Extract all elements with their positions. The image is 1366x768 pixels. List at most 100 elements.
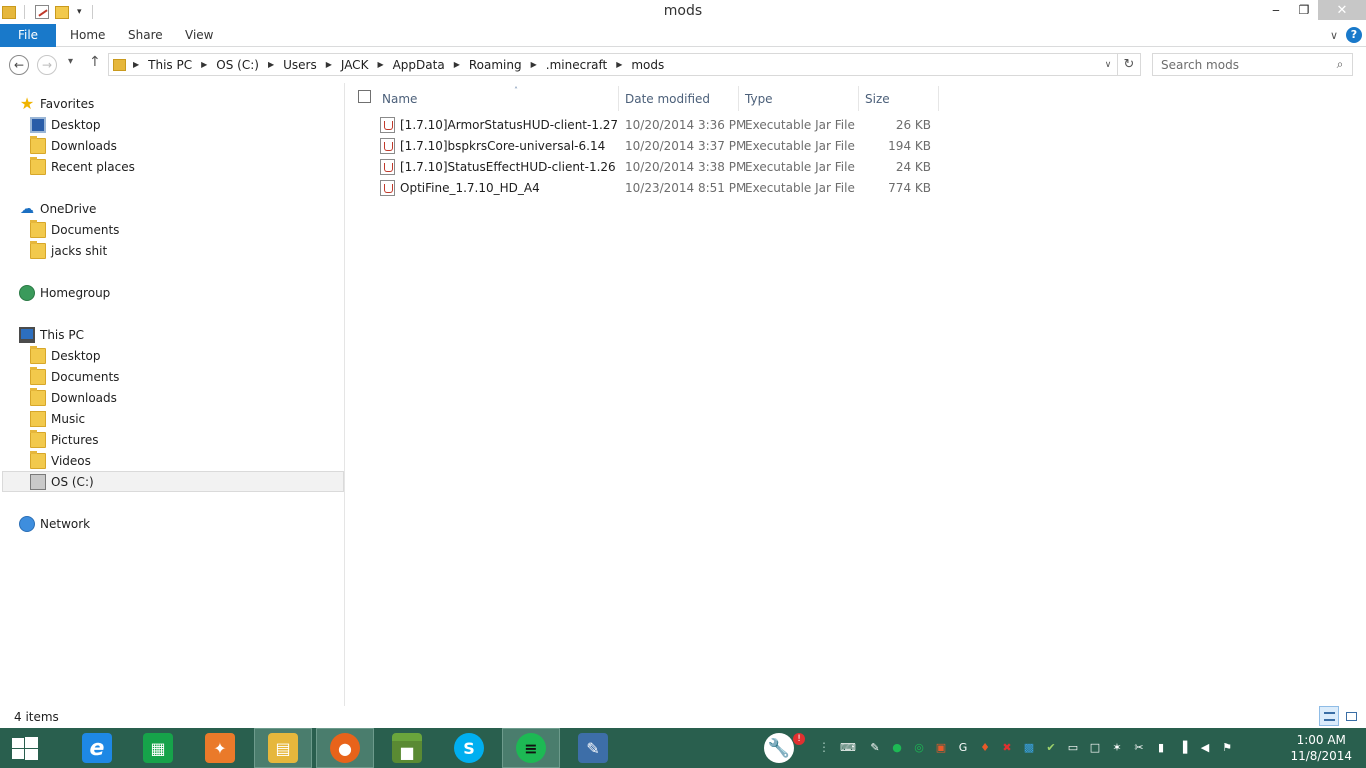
nav-pc-music[interactable]: Music bbox=[30, 408, 85, 429]
razer-icon[interactable]: ◎ bbox=[911, 740, 927, 756]
breadcrumb-appdata[interactable]: AppData bbox=[389, 58, 449, 72]
column-size[interactable]: Size bbox=[859, 86, 939, 111]
tab-share[interactable]: Share bbox=[114, 24, 177, 47]
file-row[interactable]: [1.7.10]ArmorStatusHUD-client-1.27 10/20… bbox=[376, 115, 936, 136]
tab-file[interactable]: File bbox=[0, 24, 56, 47]
back-button[interactable]: ← bbox=[9, 55, 29, 75]
details-view-button[interactable] bbox=[1319, 706, 1339, 726]
signal-icon[interactable]: ▐ bbox=[1175, 740, 1191, 756]
logitech-icon[interactable]: G bbox=[955, 740, 971, 756]
large-icons-view-button[interactable] bbox=[1341, 706, 1361, 726]
taskbar-minecraft[interactable]: ■ bbox=[378, 728, 436, 768]
search-input[interactable] bbox=[1161, 57, 1328, 72]
tab-view[interactable]: View bbox=[171, 24, 227, 47]
nav-favorites-desktop[interactable]: Desktop bbox=[30, 114, 101, 135]
drive-tray-icon[interactable]: ▭ bbox=[1065, 740, 1081, 756]
taskbar-firefox[interactable]: ● bbox=[316, 728, 374, 768]
nav-pc-downloads[interactable]: Downloads bbox=[30, 387, 117, 408]
taskbar-ie[interactable]: e bbox=[68, 728, 126, 768]
file-row[interactable]: [1.7.10]StatusEffectHUD-client-1.26 10/2… bbox=[376, 157, 936, 178]
taskbar-file-explorer[interactable]: ▤ bbox=[254, 728, 312, 768]
battery-icon[interactable]: ▮ bbox=[1153, 740, 1169, 756]
breadcrumb-separator[interactable]: ▶ bbox=[611, 60, 627, 69]
bluetooth-icon[interactable]: ✶ bbox=[1109, 740, 1125, 756]
nav-label: Documents bbox=[51, 369, 120, 384]
volume-icon[interactable]: ◀ bbox=[1197, 740, 1213, 756]
check-icon[interactable]: ✔ bbox=[1043, 740, 1059, 756]
antivirus-icon[interactable]: ✖ bbox=[999, 740, 1015, 756]
jar-file-icon bbox=[380, 180, 395, 196]
search-icon[interactable]: ⌕ bbox=[1328, 57, 1352, 72]
address-dropdown-icon[interactable]: ∨ bbox=[1099, 60, 1117, 70]
breadcrumb-separator[interactable]: ▶ bbox=[263, 60, 279, 69]
breadcrumb-roaming[interactable]: Roaming bbox=[465, 58, 526, 72]
column-date-modified[interactable]: Date modified bbox=[619, 86, 739, 111]
file-row[interactable]: OptiFine_1.7.10_HD_A4 10/23/2014 8:51 PM… bbox=[376, 178, 936, 199]
app-tray-icon[interactable]: ▣ bbox=[933, 740, 949, 756]
breadcrumb-os-c[interactable]: OS (C:) bbox=[212, 58, 263, 72]
nav-favorites[interactable]: ★ Favorites bbox=[19, 93, 94, 114]
nav-pc-documents[interactable]: Documents bbox=[30, 366, 119, 387]
minimize-button[interactable]: ‒ bbox=[1262, 0, 1290, 20]
taskbar-paint[interactable]: ✎ bbox=[564, 728, 622, 768]
nav-onedrive-documents[interactable]: Documents bbox=[30, 219, 119, 240]
up-button[interactable]: ↑ bbox=[89, 54, 101, 70]
help-icon[interactable]: ? bbox=[1346, 27, 1362, 43]
nav-label: Favorites bbox=[40, 96, 95, 111]
nav-this-pc[interactable]: This PC bbox=[19, 324, 84, 345]
file-row[interactable]: [1.7.10]bspkrsCore-universal-6.14 10/20/… bbox=[376, 136, 936, 157]
nav-pc-pictures[interactable]: Pictures bbox=[30, 429, 99, 450]
nav-pc-desktop[interactable]: Desktop bbox=[30, 345, 101, 366]
breadcrumb-separator[interactable]: ▶ bbox=[526, 60, 542, 69]
column-type[interactable]: Type bbox=[739, 86, 859, 111]
breadcrumb-users[interactable]: Users bbox=[279, 58, 321, 72]
nav-onedrive-jacks-shit[interactable]: jacks shit bbox=[30, 240, 107, 261]
breadcrumb-separator[interactable]: ▶ bbox=[449, 60, 465, 69]
breadcrumb-jack[interactable]: JACK bbox=[337, 58, 373, 72]
refresh-icon[interactable]: ↻ bbox=[1117, 54, 1140, 75]
breadcrumb-separator[interactable]: ▶ bbox=[128, 60, 144, 69]
pen-icon[interactable]: ✎ bbox=[867, 740, 883, 756]
nav-favorites-downloads[interactable]: Downloads bbox=[30, 135, 117, 156]
tab-home[interactable]: Home bbox=[56, 24, 119, 47]
start-button[interactable] bbox=[10, 736, 38, 760]
recent-locations-button[interactable]: ▾ bbox=[68, 56, 73, 67]
keyboard-icon[interactable]: ⌨ bbox=[835, 740, 861, 756]
close-button[interactable]: ✕ bbox=[1318, 0, 1366, 20]
nav-network[interactable]: Network bbox=[19, 513, 90, 534]
nav-pc-os-c[interactable]: OS (C:) bbox=[2, 471, 344, 492]
nav-pc-videos[interactable]: Videos bbox=[30, 450, 91, 471]
address-bar[interactable]: ▶ This PC ▶ OS (C:) ▶ Users ▶ JACK ▶ App… bbox=[108, 53, 1141, 76]
breadcrumb-separator[interactable]: ▶ bbox=[321, 60, 337, 69]
taskbar-store[interactable]: ▦ bbox=[129, 728, 187, 768]
restore-button[interactable]: ❐ bbox=[1290, 0, 1318, 20]
column-name[interactable]: Name ˄ bbox=[376, 86, 619, 111]
expand-ribbon-icon[interactable]: ∨ bbox=[1330, 29, 1338, 42]
game-tray-icon[interactable]: ♦ bbox=[977, 740, 993, 756]
snipping-icon[interactable]: ✂ bbox=[1131, 740, 1147, 756]
nav-label: Downloads bbox=[51, 138, 117, 153]
taskbar-orange-app[interactable]: ✦ bbox=[191, 728, 249, 768]
breadcrumb-separator[interactable]: ▶ bbox=[196, 60, 212, 69]
taskbar-spotify[interactable]: ≡ bbox=[502, 728, 560, 768]
search-box[interactable]: ⌕ bbox=[1152, 53, 1353, 76]
downloads-folder-icon bbox=[30, 135, 46, 154]
breadcrumb-minecraft[interactable]: .minecraft bbox=[542, 58, 611, 72]
breadcrumb-mods[interactable]: mods bbox=[627, 58, 668, 72]
clock[interactable]: 1:00 AM 11/8/2014 bbox=[1290, 732, 1352, 764]
breadcrumb-separator[interactable]: ▶ bbox=[372, 60, 388, 69]
breadcrumb-this-pc[interactable]: This PC bbox=[144, 58, 196, 72]
usb-icon[interactable]: □ bbox=[1087, 740, 1103, 756]
forward-button[interactable]: → bbox=[37, 55, 57, 75]
action-center-flag-icon[interactable]: ⚑ bbox=[1219, 740, 1235, 756]
select-all-checkbox[interactable] bbox=[358, 90, 371, 103]
nav-homegroup[interactable]: Homegroup bbox=[19, 282, 110, 303]
nav-onedrive[interactable]: ☁ OneDrive bbox=[19, 198, 96, 219]
spotify-tray-icon[interactable]: ● bbox=[889, 740, 905, 756]
navigation-pane: ★ Favorites Desktop Downloads Recent plac… bbox=[0, 83, 345, 706]
taskbar-update-notifier[interactable]: 🔧 ! bbox=[750, 728, 808, 768]
column-size-label: Size bbox=[865, 91, 890, 106]
display-icon[interactable]: ▩ bbox=[1021, 740, 1037, 756]
nav-favorites-recent[interactable]: Recent places bbox=[30, 156, 135, 177]
taskbar-skype[interactable]: S bbox=[440, 728, 498, 768]
